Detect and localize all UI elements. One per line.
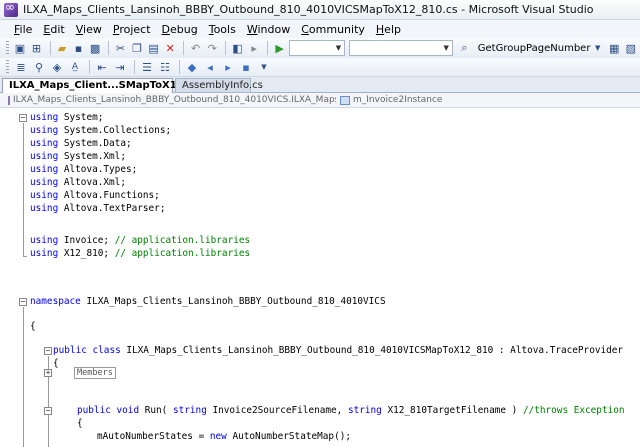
code-line: using Invoice; // application.libraries [30,235,251,246]
solution-configuration-combo[interactable]: ▼ [288,40,346,56]
field-icon [340,95,350,105]
tab-mapping-file[interactable]: ILXA_Maps_Client...SMapToX12_810.cs [2,78,225,93]
redo-icon[interactable]: ↷ [205,40,220,56]
code-line: using System.Data; [30,138,132,149]
menu-window[interactable]: Window [247,23,290,36]
new-project-icon[interactable]: ▣ [13,40,28,56]
open-file-icon[interactable]: ▰ [55,40,70,56]
save-all-icon[interactable]: ▩ [88,40,103,56]
text-editor-toolbar: ≣ ⚲ ◈ A̲ ⇤ ⇥ ☰ ☷ ◆ ◂ ▸ ▪ ▼ [0,58,640,77]
code-line: using System.Collections; [30,125,172,136]
code-line: { [53,358,59,369]
paste-icon[interactable]: ▤ [146,40,161,56]
increase-indent-icon[interactable]: ⇥ [112,59,128,75]
collapse-namespace-icon[interactable]: − [19,298,27,306]
toolbar-separator [225,41,227,55]
code-line: using System; [30,112,104,123]
menu-tools[interactable]: Tools [209,23,236,36]
code-line: using Altova.Types; [30,164,138,175]
class-icon [8,95,10,105]
display-object-member-list-icon[interactable]: ≣ [13,59,29,75]
properties-icon[interactable]: ▧ [624,40,639,56]
menu-bar: File Edit View Project Debug Tools Windo… [0,20,640,38]
toolbar-separator [267,41,269,55]
code-line: using X12_810; // application.libraries [30,248,251,259]
code-line: public void Run( string Invoice2SourceFi… [77,405,625,416]
code-line: using Altova.TextParser; [30,203,166,214]
toolbar-separator [179,60,180,74]
toolbar-separator [134,60,135,74]
complete-word-icon[interactable]: A̲ [67,59,83,75]
title-bar: ILXA_Maps_Clients_Lansinoh_BBBY_Outbound… [0,0,640,20]
code-line: public class ILXA_Maps_Clients_Lansinoh_… [53,345,624,356]
delete-icon[interactable]: ✕ [163,40,178,56]
collapse-class-icon[interactable]: − [44,347,52,355]
toolbar-options-icon[interactable]: ▼ [256,59,272,75]
decrease-indent-icon[interactable]: ⇤ [94,59,110,75]
menu-debug[interactable]: Debug [162,23,198,36]
code-line: namespace ILXA_Maps_Clients_Lansinoh_BBB… [30,296,386,307]
toolbar-separator [108,41,110,55]
parameter-info-icon[interactable]: ⚲ [31,59,47,75]
collapse-using-icon[interactable]: − [19,114,27,122]
types-combo[interactable]: ILXA_Maps_Clients_Lansinoh_BBBY_Outbound… [0,95,336,105]
clear-bookmarks-icon[interactable]: ▪ [238,59,254,75]
code-line: { [30,321,36,332]
members-combo-value: m_Invoice2Instance [353,95,443,105]
previous-bookmark-icon[interactable]: ◂ [202,59,218,75]
code-line: { [77,418,83,429]
menu-project[interactable]: Project [113,23,151,36]
expand-members-icon[interactable]: + [44,369,52,377]
menu-file[interactable]: File [14,23,32,36]
cut-icon[interactable]: ✂ [113,40,128,56]
toolbar-grip[interactable] [6,41,9,55]
window-title: ILXA_Maps_Clients_Lansinoh_BBBY_Outbound… [23,3,594,16]
standard-toolbar: ▣ ⊞ ▰ ▪ ▩ ✂ ❐ ▤ ✕ ↶ ↷ ◧ ▸ ▶ ▼ ▼ ⌕ GetGro… [0,38,640,58]
navigation-bar: ILXA_Maps_Clients_Lansinoh_BBBY_Outbound… [0,93,640,108]
solution-explorer-icon[interactable]: ▦ [607,40,622,56]
collapsed-members-region[interactable]: Members [74,367,116,379]
toolbar-separator [49,41,51,55]
quick-info-icon[interactable]: ◈ [49,59,65,75]
toolbar-separator [183,41,185,55]
tab-assembly-info[interactable]: AssemblyInfo.cs [175,78,263,93]
outline-guide-end [23,256,27,257]
start-debug-icon[interactable]: ▶ [272,40,287,56]
collapse-run-method-icon[interactable]: − [44,407,52,415]
save-icon[interactable]: ▪ [71,40,86,56]
copy-icon[interactable]: ❐ [130,40,145,56]
menu-edit[interactable]: Edit [43,23,64,36]
code-line: mAutoNumberStates = new AutoNumberStateM… [97,431,352,442]
toolbar-separator [89,60,90,74]
add-item-icon[interactable]: ⊞ [29,40,44,56]
find-dropdown-icon[interactable]: ▼ [590,40,605,56]
navigate-back-icon[interactable]: ◧ [230,40,245,56]
menu-help[interactable]: Help [376,23,401,36]
uncomment-lines-icon[interactable]: ☷ [157,59,173,75]
menu-view[interactable]: View [76,23,102,36]
toggle-bookmark-icon[interactable]: ◆ [184,59,200,75]
members-combo[interactable]: m_Invoice2Instance [336,95,442,105]
undo-icon[interactable]: ↶ [188,40,203,56]
menu-community[interactable]: Community [301,23,365,36]
document-tab-strip: ILXA_Maps_Client...SMapToX12_810.cs Asse… [0,77,640,93]
chevron-down-icon: ▼ [443,44,449,52]
code-editor[interactable]: − using System; using System.Collections… [0,108,640,447]
code-line: using System.Xml; [30,151,126,162]
toolbar-grip[interactable] [6,60,9,74]
chevron-down-icon: ▼ [335,44,342,52]
outline-guide [23,307,24,447]
outline-guide [23,123,24,256]
find-in-files-icon[interactable]: ⌕ [457,40,472,56]
comment-lines-icon[interactable]: ☰ [139,59,155,75]
find-combo-value[interactable]: GetGroupPageNumber [478,43,591,54]
code-line: using Altova.Xml; [30,177,126,188]
visual-studio-icon [4,0,18,17]
code-line: using Altova.Functions; [30,190,160,201]
types-combo-value: ILXA_Maps_Clients_Lansinoh_BBBY_Outbound… [13,95,336,105]
next-bookmark-icon[interactable]: ▸ [220,59,236,75]
solution-platform-combo[interactable]: ▼ [349,40,454,56]
navigate-forward-icon[interactable]: ▸ [247,40,262,56]
